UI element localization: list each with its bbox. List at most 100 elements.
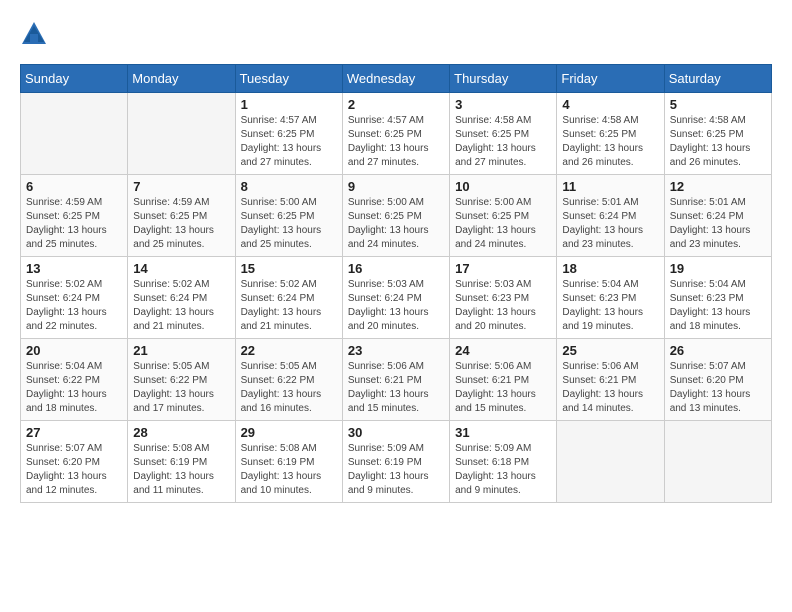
logo-icon	[20, 20, 48, 48]
day-info: Sunrise: 5:03 AM Sunset: 6:23 PM Dayligh…	[455, 278, 551, 334]
day-info: Sunrise: 5:06 AM Sunset: 6:21 PM Dayligh…	[348, 360, 444, 416]
day-number: 18	[562, 261, 658, 276]
day-info: Sunrise: 5:08 AM Sunset: 6:19 PM Dayligh…	[133, 442, 229, 498]
day-info: Sunrise: 5:06 AM Sunset: 6:21 PM Dayligh…	[455, 360, 551, 416]
calendar-cell: 9Sunrise: 5:00 AM Sunset: 6:25 PM Daylig…	[342, 175, 449, 257]
day-number: 1	[241, 97, 337, 112]
day-number: 6	[26, 179, 122, 194]
calendar-cell: 10 Sunrise: 5:00 AM Sunset: 6:25 PM Dayli…	[450, 175, 557, 257]
day-info: Sunrise: 5:03 AM Sunset: 6:24 PM Dayligh…	[348, 278, 444, 334]
day-info: Sunrise: 5:09 AM Sunset: 6:19 PM Dayligh…	[348, 442, 444, 498]
day-number: 17	[455, 261, 551, 276]
calendar-cell: 23 Sunrise: 5:06 AM Sunset: 6:21 PM Dayli…	[342, 339, 449, 421]
day-number: 15	[241, 261, 337, 276]
calendar-cell: 22Sunrise: 5:05 AM Sunset: 6:22 PM Dayli…	[235, 339, 342, 421]
calendar-cell: 15 Sunrise: 5:02 AM Sunset: 6:24 PM Dayli…	[235, 257, 342, 339]
calendar-week-row: 13 Sunrise: 5:02 AM Sunset: 6:24 PM Dayli…	[21, 257, 772, 339]
calendar-cell: 31 Sunrise: 5:09 AM Sunset: 6:18 PM Dayli…	[450, 421, 557, 503]
day-info: Sunrise: 4:58 AM Sunset: 6:25 PM Dayligh…	[670, 114, 766, 170]
calendar-cell	[21, 93, 128, 175]
weekday-header: Friday	[557, 65, 664, 93]
day-number: 7	[133, 179, 229, 194]
day-number: 5	[670, 97, 766, 112]
day-info: Sunrise: 4:59 AM Sunset: 6:25 PM Dayligh…	[133, 196, 229, 252]
calendar-cell: 28 Sunrise: 5:08 AM Sunset: 6:19 PM Dayli…	[128, 421, 235, 503]
calendar-cell: 1 Sunrise: 4:57 AM Sunset: 6:25 PM Daylig…	[235, 93, 342, 175]
day-number: 3	[455, 97, 551, 112]
calendar-cell: 30 Sunrise: 5:09 AM Sunset: 6:19 PM Dayli…	[342, 421, 449, 503]
calendar-cell: 7 Sunrise: 4:59 AM Sunset: 6:25 PM Daylig…	[128, 175, 235, 257]
calendar-week-row: 27 Sunrise: 5:07 AM Sunset: 6:20 PM Dayli…	[21, 421, 772, 503]
day-number: 26	[670, 343, 766, 358]
calendar-cell: 16 Sunrise: 5:03 AM Sunset: 6:24 PM Dayli…	[342, 257, 449, 339]
calendar-cell	[557, 421, 664, 503]
day-info: Sunrise: 5:04 AM Sunset: 6:23 PM Dayligh…	[670, 278, 766, 334]
day-number: 16	[348, 261, 444, 276]
day-number: 8	[241, 179, 337, 194]
day-number: 31	[455, 425, 551, 440]
day-info: Sunrise: 4:58 AM Sunset: 6:25 PM Dayligh…	[562, 114, 658, 170]
day-number: 30	[348, 425, 444, 440]
day-number: 14	[133, 261, 229, 276]
calendar-cell: 4 Sunrise: 4:58 AM Sunset: 6:25 PM Daylig…	[557, 93, 664, 175]
day-info: Sunrise: 5:00 AM Sunset: 6:25 PM Dayligh…	[348, 196, 444, 252]
calendar-cell: 27 Sunrise: 5:07 AM Sunset: 6:20 PM Dayli…	[21, 421, 128, 503]
calendar-cell: 18 Sunrise: 5:04 AM Sunset: 6:23 PM Dayli…	[557, 257, 664, 339]
day-number: 28	[133, 425, 229, 440]
day-number: 29	[241, 425, 337, 440]
weekday-header: Wednesday	[342, 65, 449, 93]
calendar-cell: 12Sunrise: 5:01 AM Sunset: 6:24 PM Dayli…	[664, 175, 771, 257]
day-info: Sunrise: 4:58 AM Sunset: 6:25 PM Dayligh…	[455, 114, 551, 170]
calendar-cell: 29 Sunrise: 5:08 AM Sunset: 6:19 PM Dayli…	[235, 421, 342, 503]
day-info: Sunrise: 5:02 AM Sunset: 6:24 PM Dayligh…	[133, 278, 229, 334]
day-info: Sunrise: 5:07 AM Sunset: 6:20 PM Dayligh…	[670, 360, 766, 416]
weekday-header: Saturday	[664, 65, 771, 93]
day-info: Sunrise: 5:08 AM Sunset: 6:19 PM Dayligh…	[241, 442, 337, 498]
calendar-cell: 24 Sunrise: 5:06 AM Sunset: 6:21 PM Dayli…	[450, 339, 557, 421]
calendar-cell: 17 Sunrise: 5:03 AM Sunset: 6:23 PM Dayli…	[450, 257, 557, 339]
day-info: Sunrise: 5:07 AM Sunset: 6:20 PM Dayligh…	[26, 442, 122, 498]
day-number: 24	[455, 343, 551, 358]
day-info: Sunrise: 4:57 AM Sunset: 6:25 PM Dayligh…	[241, 114, 337, 170]
day-info: Sunrise: 5:00 AM Sunset: 6:25 PM Dayligh…	[241, 196, 337, 252]
logo	[20, 20, 52, 48]
calendar-cell: 5 Sunrise: 4:58 AM Sunset: 6:25 PM Daylig…	[664, 93, 771, 175]
day-info: Sunrise: 5:09 AM Sunset: 6:18 PM Dayligh…	[455, 442, 551, 498]
day-info: Sunrise: 5:04 AM Sunset: 6:22 PM Dayligh…	[26, 360, 122, 416]
day-number: 25	[562, 343, 658, 358]
day-info: Sunrise: 4:59 AM Sunset: 6:25 PM Dayligh…	[26, 196, 122, 252]
day-info: Sunrise: 5:06 AM Sunset: 6:21 PM Dayligh…	[562, 360, 658, 416]
day-number: 23	[348, 343, 444, 358]
day-number: 22	[241, 343, 337, 358]
day-info: Sunrise: 5:02 AM Sunset: 6:24 PM Dayligh…	[241, 278, 337, 334]
day-number: 4	[562, 97, 658, 112]
day-number: 2	[348, 97, 444, 112]
day-number: 11	[562, 179, 658, 194]
calendar-week-row: 20 Sunrise: 5:04 AM Sunset: 6:22 PM Dayli…	[21, 339, 772, 421]
calendar-cell: 19Sunrise: 5:04 AM Sunset: 6:23 PM Dayli…	[664, 257, 771, 339]
day-info: Sunrise: 5:05 AM Sunset: 6:22 PM Dayligh…	[133, 360, 229, 416]
day-number: 21	[133, 343, 229, 358]
calendar-cell: 13Sunrise: 5:02 AM Sunset: 6:24 PM Dayli…	[21, 257, 128, 339]
calendar-cell: 8 Sunrise: 5:00 AM Sunset: 6:25 PM Daylig…	[235, 175, 342, 257]
weekday-header: Thursday	[450, 65, 557, 93]
day-info: Sunrise: 5:00 AM Sunset: 6:25 PM Dayligh…	[455, 196, 551, 252]
day-number: 13	[26, 261, 122, 276]
day-number: 20	[26, 343, 122, 358]
calendar-cell: 14 Sunrise: 5:02 AM Sunset: 6:24 PM Dayli…	[128, 257, 235, 339]
calendar-cell: 3 Sunrise: 4:58 AM Sunset: 6:25 PM Daylig…	[450, 93, 557, 175]
day-info: Sunrise: 5:04 AM Sunset: 6:23 PM Dayligh…	[562, 278, 658, 334]
calendar-cell: 11Sunrise: 5:01 AM Sunset: 6:24 PM Dayli…	[557, 175, 664, 257]
calendar-cell: 25 Sunrise: 5:06 AM Sunset: 6:21 PM Dayli…	[557, 339, 664, 421]
weekday-header: Tuesday	[235, 65, 342, 93]
calendar-week-row: 1 Sunrise: 4:57 AM Sunset: 6:25 PM Daylig…	[21, 93, 772, 175]
day-number: 10	[455, 179, 551, 194]
day-info: Sunrise: 5:01 AM Sunset: 6:24 PM Dayligh…	[670, 196, 766, 252]
weekday-header: Sunday	[21, 65, 128, 93]
day-info: Sunrise: 4:57 AM Sunset: 6:25 PM Dayligh…	[348, 114, 444, 170]
page-header	[20, 20, 772, 48]
calendar-cell: 20 Sunrise: 5:04 AM Sunset: 6:22 PM Dayli…	[21, 339, 128, 421]
calendar-cell	[664, 421, 771, 503]
day-number: 27	[26, 425, 122, 440]
calendar-cell: 2 Sunrise: 4:57 AM Sunset: 6:25 PM Daylig…	[342, 93, 449, 175]
